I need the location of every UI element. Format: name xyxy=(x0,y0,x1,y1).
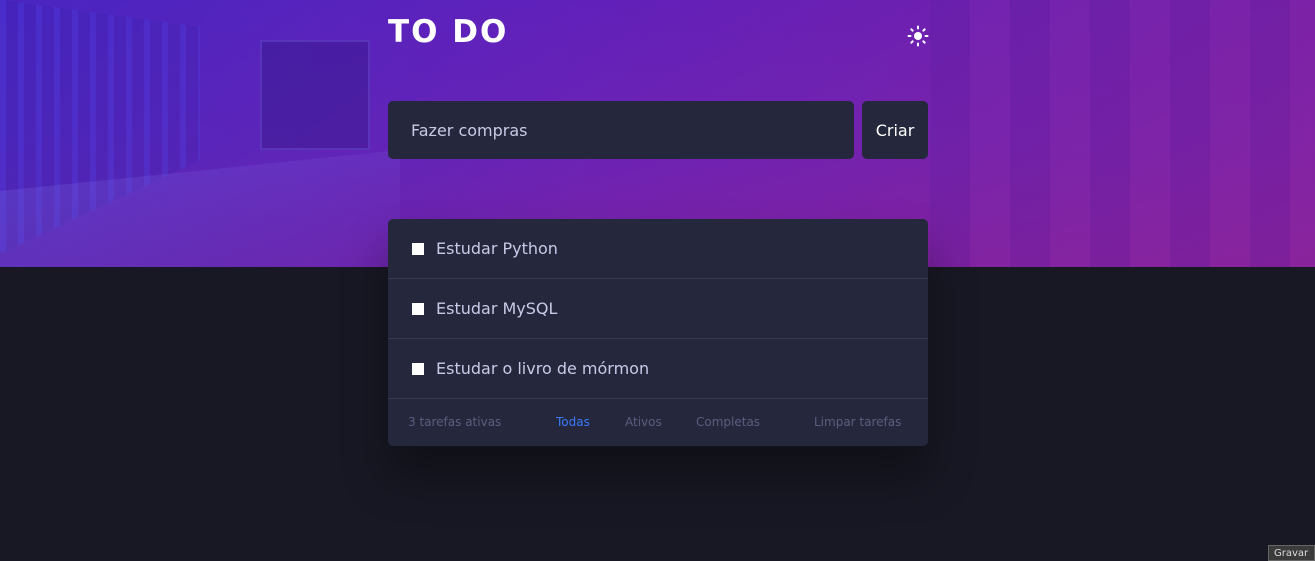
task-item[interactable]: Estudar MySQL xyxy=(388,279,928,339)
clear-completed-button[interactable]: Limpar tarefas xyxy=(814,415,901,429)
app-title: TO DO xyxy=(388,14,509,50)
task-label: Estudar Python xyxy=(436,239,558,258)
task-label: Estudar MySQL xyxy=(436,299,558,318)
filter-active[interactable]: Ativos xyxy=(625,415,662,429)
new-task-field xyxy=(388,101,854,159)
sun-icon xyxy=(907,25,929,47)
task-item[interactable]: Estudar Python xyxy=(388,219,928,279)
hallway-door xyxy=(260,40,370,150)
task-checkbox[interactable] xyxy=(412,242,424,255)
task-checkbox[interactable] xyxy=(412,362,424,375)
create-task-button[interactable]: Criar xyxy=(862,101,928,159)
task-list-footer: 3 tarefas ativas Todas Ativos Completas … xyxy=(388,399,928,445)
filter-all[interactable]: Todas xyxy=(556,415,590,429)
task-label: Estudar o livro de mórmon xyxy=(436,359,650,378)
task-list: Estudar Python Estudar MySQL Estudar o l… xyxy=(388,219,928,446)
task-checkbox[interactable] xyxy=(412,302,424,315)
hallway-right-wall xyxy=(930,0,1315,267)
task-item[interactable]: Estudar o livro de mórmon xyxy=(388,339,928,399)
theme-toggle-button[interactable] xyxy=(905,23,931,49)
record-button[interactable]: Gravar xyxy=(1268,545,1315,561)
new-task-input[interactable] xyxy=(388,101,854,159)
active-task-count: 3 tarefas ativas xyxy=(408,415,502,429)
filter-completed[interactable]: Completas xyxy=(696,415,760,429)
